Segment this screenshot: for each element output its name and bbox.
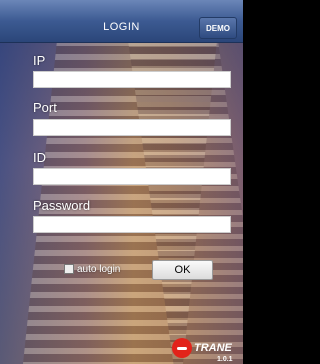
auto-login-toggle[interactable]: auto login (64, 262, 120, 276)
trane-logo: TRANE (172, 338, 232, 358)
ok-button[interactable]: OK (152, 260, 213, 280)
login-screen: LOGIN DEMO IP Port ID Password auto logi… (0, 0, 243, 364)
auto-login-label: auto login (77, 263, 121, 275)
ip-field[interactable] (33, 71, 231, 88)
port-field[interactable] (33, 119, 231, 136)
password-label: Password (33, 198, 91, 213)
trane-logo-text: TRANE (194, 342, 232, 354)
trane-logo-icon (172, 338, 192, 358)
ip-label: IP (33, 53, 46, 68)
password-field[interactable] (33, 216, 231, 233)
port-label: Port (33, 100, 57, 115)
auto-login-checkbox[interactable] (64, 264, 74, 274)
navigation-bar: LOGIN DEMO (0, 0, 243, 43)
id-label: ID (33, 150, 46, 165)
app-version: 1.0.1 (217, 356, 233, 363)
demo-button[interactable]: DEMO (199, 17, 237, 39)
id-field[interactable] (33, 168, 231, 185)
